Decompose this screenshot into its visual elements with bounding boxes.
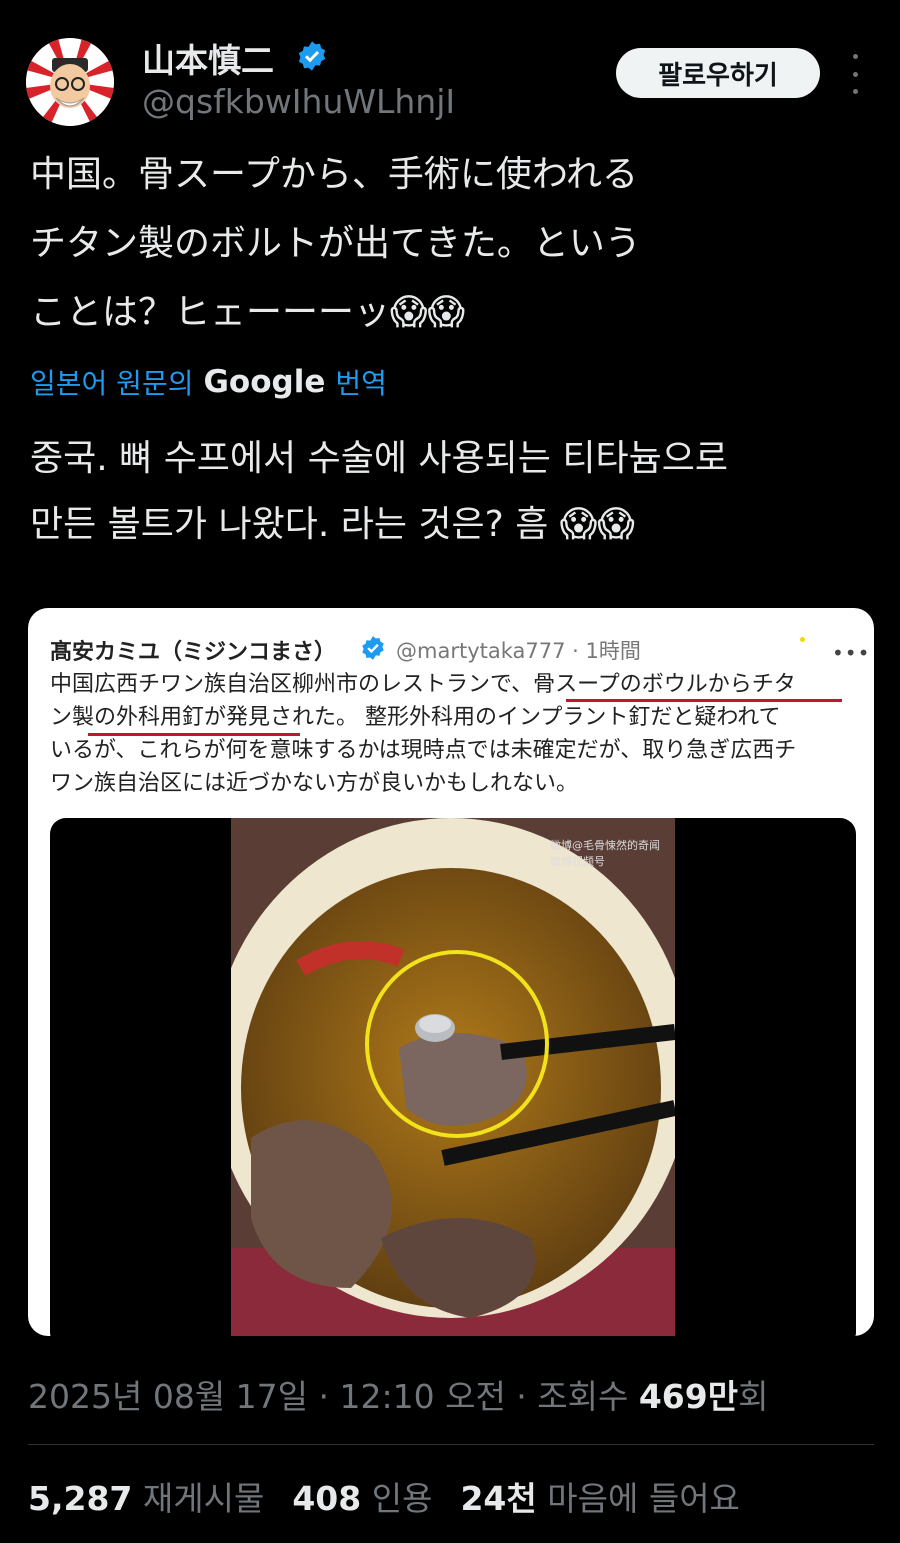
notification-dot (800, 637, 805, 642)
google-logo: Google (203, 364, 326, 400)
display-name[interactable]: 山本慎二 (142, 34, 274, 82)
divider (28, 1444, 874, 1445)
translate-link[interactable]: 일본어 원문의 Google 번역 (30, 362, 387, 402)
reposts-stat[interactable]: 5,287 재게시물 (28, 1472, 264, 1520)
quoted-more-icon: ••• (832, 641, 871, 665)
soup-bowl-image (231, 818, 675, 1336)
post-meta: 2025년 08월 17일 · 12:10 오전 · 조회수 469만회 (28, 1370, 768, 1418)
likes-stat[interactable]: 24천 마음에 들어요 (460, 1472, 739, 1520)
translated-text: 중국. 뼈 수프에서 수술에 사용되는 티타늄으로 만든 볼트가 나왔다. 라는… (30, 438, 728, 545)
red-underline (88, 733, 300, 736)
translate-suffix: 번역 (335, 367, 387, 400)
quoted-verified-icon (360, 635, 386, 661)
more-vertical-icon[interactable] (845, 54, 865, 94)
quoted-author-name: 髙安カミユ（ミジンコまさ） (50, 640, 337, 665)
video-watermark: 微博@毛骨悚然的奇闻 微博视频号 (550, 839, 660, 868)
red-underline (566, 699, 842, 702)
view-count-suffix: 회 (738, 1377, 769, 1416)
translate-prefix: 일본어 원문의 (30, 367, 194, 400)
video-thumbnail[interactable]: 微博@毛骨悚然的奇闻 微博视频号 (50, 818, 856, 1336)
quoted-post-card[interactable]: 髙安カミユ（ミジンコまさ） @martytaka777 · 1時間 ••• 中国… (28, 608, 874, 1336)
post-text: 中国。骨スープから、手術に使われる チタン製のボルトが出てきた。という ことは？… (30, 154, 641, 333)
post-datetime: 2025년 08월 17일 · 12:10 오전 · 조회수 (28, 1377, 639, 1416)
author-handle[interactable]: @qsfkbwIhuWLhnjI (142, 82, 455, 121)
quoted-handle-time: @martytaka777 · 1時間 (396, 639, 641, 663)
quotes-stat[interactable]: 408 인용 (292, 1472, 432, 1520)
follow-button[interactable]: 팔로우하기 (616, 48, 820, 98)
engagement-stats: 5,287 재게시물 408 인용 24천 마음에 들어요 (28, 1472, 740, 1520)
view-count: 469만 (638, 1377, 739, 1416)
verified-badge-icon (296, 40, 328, 72)
avatar[interactable] (26, 38, 114, 126)
